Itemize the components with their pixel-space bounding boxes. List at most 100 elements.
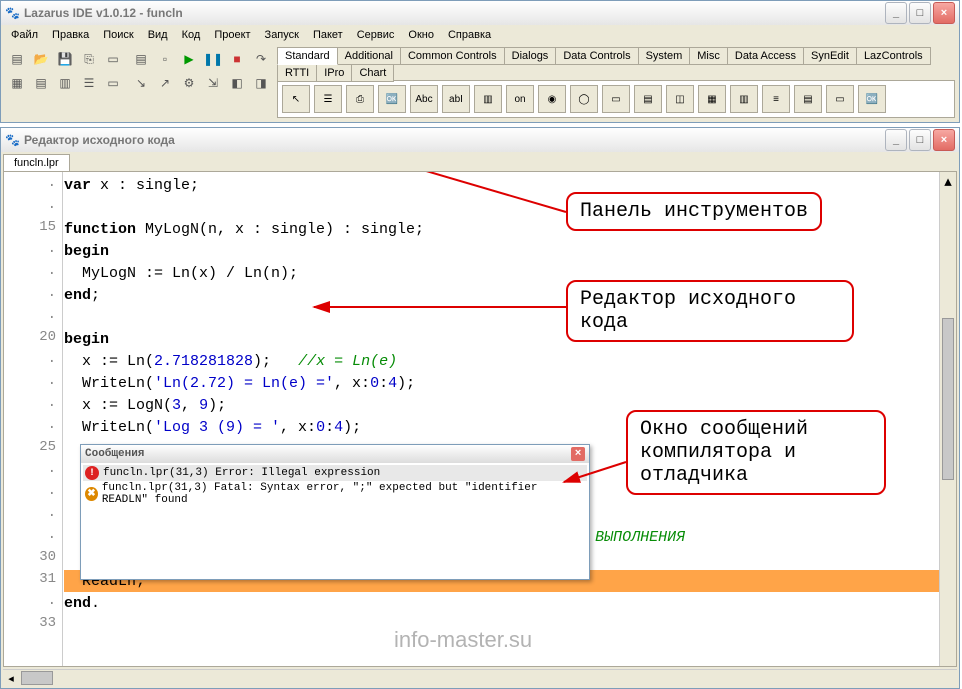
help-icon[interactable]: ▭: [101, 71, 125, 95]
component-tab[interactable]: LazControls: [856, 47, 931, 65]
main-titlebar[interactable]: 🐾 Lazarus IDE v1.0.12 - funcln _ □ ×: [1, 1, 959, 25]
palette-button[interactable]: ≡: [762, 85, 790, 113]
menu-item[interactable]: Проект: [208, 27, 256, 43]
code-line[interactable]: end.: [64, 592, 956, 614]
maximize-button[interactable]: □: [909, 2, 931, 24]
step-into-icon[interactable]: ↘: [129, 71, 153, 95]
error-icon: !: [85, 466, 99, 480]
toggle-form-icon[interactable]: ▦: [5, 71, 29, 95]
code-line[interactable]: function MyLogN(n, x : single) : single;: [64, 218, 956, 240]
gutter-line: .: [4, 524, 62, 546]
stop-icon[interactable]: ■: [225, 47, 249, 71]
palette-button[interactable]: ▭: [826, 85, 854, 113]
palette-button[interactable]: 🆗: [378, 85, 406, 113]
new-form-icon[interactable]: ▭: [101, 47, 125, 71]
gutter-line: .: [4, 370, 62, 392]
palette-button[interactable]: ▦: [698, 85, 726, 113]
gutter-line: .: [4, 502, 62, 524]
component-tab[interactable]: Data Controls: [555, 47, 638, 65]
code-area[interactable]: ..15....20....25....3031.33 var x : sing…: [3, 171, 957, 667]
view-forms-icon[interactable]: ▥: [53, 71, 77, 95]
palette-button[interactable]: ▤: [794, 85, 822, 113]
minimize-button[interactable]: _: [885, 2, 907, 24]
menu-item[interactable]: Пакет: [307, 27, 349, 43]
main-title: Lazarus IDE v1.0.12 - funcln: [24, 6, 183, 20]
run-icon[interactable]: ▶: [177, 47, 201, 71]
step-over-icon[interactable]: ↷: [249, 47, 273, 71]
editor-minimize-button[interactable]: _: [885, 129, 907, 151]
palette-button[interactable]: ↖: [282, 85, 310, 113]
messages-list[interactable]: ! funcln.lpr(31,3) Error: Illegal express…: [81, 463, 589, 579]
pause-icon[interactable]: ❚❚: [201, 47, 225, 71]
component-tab[interactable]: Standard: [277, 47, 338, 65]
menu-item[interactable]: Справка: [442, 27, 497, 43]
message-row[interactable]: ! funcln.lpr(31,3) Error: Illegal express…: [83, 465, 587, 481]
view-icon[interactable]: ▤: [129, 47, 153, 71]
menu-item[interactable]: Файл: [5, 27, 44, 43]
misc2-icon[interactable]: ◨: [249, 71, 273, 95]
options-icon[interactable]: ☰: [77, 71, 101, 95]
code-line[interactable]: [64, 196, 956, 218]
code-line[interactable]: WriteLn('Ln(2.72) = Ln(e) =', x:0:4);: [64, 372, 956, 394]
editor-icon: 🐾: [5, 133, 20, 147]
palette-button[interactable]: ▤: [634, 85, 662, 113]
vertical-scrollbar[interactable]: ▴: [939, 172, 956, 666]
component-tab[interactable]: Data Access: [727, 47, 804, 65]
compile-icon[interactable]: ⇲: [201, 71, 225, 95]
component-tab[interactable]: System: [638, 47, 691, 65]
save-all-icon[interactable]: ⎘: [77, 47, 101, 71]
component-tab[interactable]: Additional: [337, 47, 401, 65]
callout-toolbar: Панель инструментов: [566, 192, 822, 231]
messages-titlebar[interactable]: Сообщения ×: [81, 445, 589, 463]
code-line[interactable]: begin: [64, 240, 956, 262]
editor-close-button[interactable]: ×: [933, 129, 955, 151]
component-tab[interactable]: IPro: [316, 64, 352, 82]
component-tab[interactable]: Dialogs: [504, 47, 557, 65]
menu-item[interactable]: Правка: [46, 27, 95, 43]
menu-item[interactable]: Окно: [402, 27, 440, 43]
palette-button[interactable]: 🆗: [858, 85, 886, 113]
palette-button[interactable]: ◉: [538, 85, 566, 113]
palette-button[interactable]: Abc: [410, 85, 438, 113]
build-icon[interactable]: ⚙: [177, 71, 201, 95]
palette-button[interactable]: abI: [442, 85, 470, 113]
menu-item[interactable]: Поиск: [97, 27, 139, 43]
code-line[interactable]: var x : single;: [64, 174, 956, 196]
code-line[interactable]: x := Ln(2.718281828); //x = Ln(e): [64, 350, 956, 372]
palette-button[interactable]: ⎙: [346, 85, 374, 113]
messages-panel[interactable]: Сообщения × ! funcln.lpr(31,3) Error: Ill…: [80, 444, 590, 580]
palette-button[interactable]: ☰: [314, 85, 342, 113]
open-icon[interactable]: 📂: [29, 47, 53, 71]
component-tab[interactable]: Common Controls: [400, 47, 505, 65]
menu-item[interactable]: Сервис: [351, 27, 401, 43]
view-units-icon[interactable]: ▤: [29, 71, 53, 95]
palette-button[interactable]: on: [506, 85, 534, 113]
palette-button[interactable]: ◯: [570, 85, 598, 113]
component-tab[interactable]: SynEdit: [803, 47, 857, 65]
palette-button[interactable]: ▭: [602, 85, 630, 113]
horizontal-scrollbar[interactable]: ◂: [3, 669, 957, 686]
menu-item[interactable]: Вид: [142, 27, 174, 43]
save-icon[interactable]: 💾: [53, 47, 77, 71]
editor-titlebar[interactable]: 🐾 Редактор исходного кода _ □ ×: [1, 128, 959, 152]
messages-close-icon[interactable]: ×: [571, 447, 585, 461]
menubar: ФайлПравкаПоискВидКодПроектЗапускПакетСе…: [1, 25, 959, 45]
component-tab[interactable]: Chart: [351, 64, 394, 82]
toolbar-group-2: ▤ ▫ ▶ ❚❚ ■ ↷ ↘ ↗ ⚙ ⇲ ◧ ◨: [129, 47, 271, 93]
file-icon[interactable]: ▫: [153, 47, 177, 71]
message-row[interactable]: ✖funcln.lpr(31,3) Fatal: Syntax error, "…: [83, 481, 587, 507]
close-button[interactable]: ×: [933, 2, 955, 24]
step-out-icon[interactable]: ↗: [153, 71, 177, 95]
palette-button[interactable]: ▥: [474, 85, 502, 113]
component-tab[interactable]: RTTI: [277, 64, 317, 82]
palette-button[interactable]: ▥: [730, 85, 758, 113]
component-tab[interactable]: Misc: [689, 47, 728, 65]
menu-item[interactable]: Код: [176, 27, 207, 43]
new-unit-icon[interactable]: ▤: [5, 47, 29, 71]
menu-item[interactable]: Запуск: [259, 27, 305, 43]
palette-button[interactable]: ◫: [666, 85, 694, 113]
editor-maximize-button[interactable]: □: [909, 129, 931, 151]
misc1-icon[interactable]: ◧: [225, 71, 249, 95]
message-text: funcln.lpr(31,3) Error: Illegal expressi…: [103, 467, 380, 479]
file-tab-active[interactable]: funcln.lpr: [3, 154, 70, 171]
